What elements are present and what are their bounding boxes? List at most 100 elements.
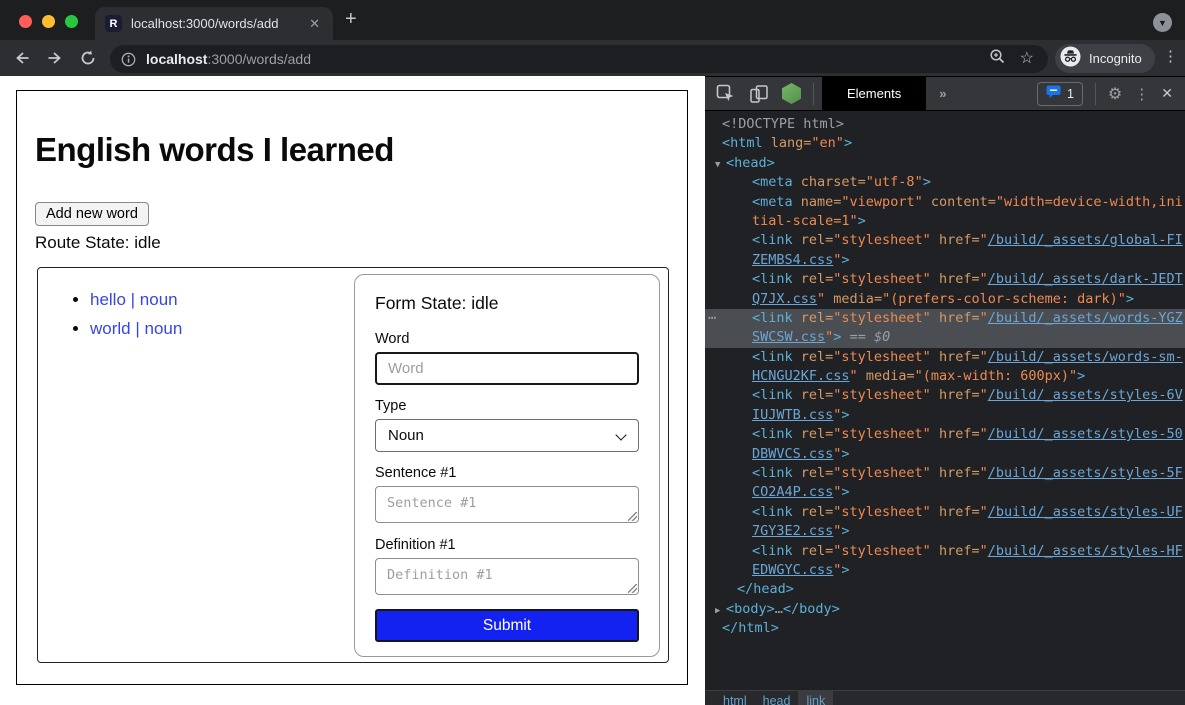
textarea-resize-handle[interactable]	[628, 512, 637, 521]
code-token: <link	[752, 232, 793, 248]
code-token: "utf-8"	[866, 174, 923, 190]
code-token: rel=	[793, 426, 834, 442]
sentence-label: Sentence #1	[375, 465, 639, 481]
word-input[interactable]	[375, 352, 639, 385]
breadcrumb-item[interactable]: link	[798, 691, 833, 705]
devtools-panel: Elements » 1 ⚙ ⋮ ✕ <!DOCTYPE html><html …	[705, 76, 1185, 705]
expand-arrow-icon[interactable]: ▼	[715, 156, 726, 173]
code-token: <link	[752, 387, 793, 403]
breadcrumb-item[interactable]: html	[715, 691, 755, 705]
device-toolbar-icon[interactable]	[749, 84, 769, 104]
code-token: content=	[923, 194, 996, 210]
code-line[interactable]: <link rel="stylesheet" href="/build/_ass…	[705, 231, 1185, 250]
reload-icon[interactable]	[79, 49, 97, 67]
devtools-menu-icon[interactable]: ⋮	[1134, 85, 1149, 103]
code-token: href=	[931, 232, 980, 248]
code-token: /build/_assets/styles-UF	[988, 504, 1183, 520]
code-line[interactable]: </head>	[705, 580, 1185, 599]
code-line[interactable]: <link rel="stylesheet" href="/build/_ass…	[705, 348, 1185, 367]
window-zoom-button[interactable]	[65, 15, 78, 28]
code-line[interactable]: HCNGU2KF.css" media="(max-width: 600px)"…	[705, 367, 1185, 386]
window-minimize-button[interactable]	[42, 15, 55, 28]
breadcrumb-item[interactable]: head	[755, 691, 799, 705]
code-line[interactable]: <html lang="en">	[705, 134, 1185, 153]
code-line[interactable]: tial-scale=1">	[705, 212, 1185, 231]
browser-tab[interactable]: R localhost:3000/words/add ✕	[95, 7, 333, 40]
code-line[interactable]: </html>	[705, 619, 1185, 638]
word-link[interactable]: hello | noun	[90, 290, 178, 309]
page-container: English words I learned Add new word Rou…	[16, 90, 688, 685]
type-select[interactable]: Noun	[375, 419, 639, 452]
code-line[interactable]: CO2A4P.css">	[705, 483, 1185, 502]
code-token: /build/_assets/styles-6V	[988, 387, 1183, 403]
profile-chevron-button[interactable]: ▼	[1153, 13, 1172, 32]
code-line[interactable]: ⋯<link rel="stylesheet" href="/build/_as…	[705, 309, 1185, 328]
code-token: "width=device-width,ini	[996, 194, 1183, 210]
code-token: "en"	[811, 135, 844, 151]
bookmark-star-icon[interactable]: ☆	[1020, 51, 1034, 67]
textarea-resize-handle[interactable]	[628, 584, 637, 593]
code-token: >	[841, 446, 849, 462]
code-token: /build/_assets/dark-JEDT	[988, 271, 1183, 287]
code-line[interactable]: <link rel="stylesheet" href="/build/_ass…	[705, 270, 1185, 289]
submit-button[interactable]: Submit	[375, 609, 639, 642]
code-token: <meta	[752, 194, 793, 210]
tab-elements[interactable]: Elements	[822, 77, 926, 111]
code-line[interactable]: ▼<head>	[705, 154, 1185, 173]
code-token: name=	[793, 194, 842, 210]
code-line[interactable]: <link rel="stylesheet" href="/build/_ass…	[705, 464, 1185, 483]
devtools-breadcrumb: htmlheadlink	[705, 690, 1185, 705]
code-line[interactable]: EDWGYC.css">	[705, 561, 1185, 580]
forward-icon[interactable]	[46, 49, 64, 67]
code-line[interactable]: <!DOCTYPE html>	[705, 115, 1185, 134]
tab-close-icon[interactable]: ✕	[306, 16, 323, 32]
code-token: "(max-width: 600px)"	[915, 368, 1078, 384]
back-icon[interactable]	[13, 49, 31, 67]
zoom-icon[interactable]	[989, 48, 1006, 70]
code-line[interactable]: IUJWTB.css">	[705, 406, 1185, 425]
settings-gear-icon[interactable]: ⚙	[1108, 84, 1122, 104]
code-line[interactable]: <link rel="stylesheet" href="/build/_ass…	[705, 425, 1185, 444]
site-info-icon[interactable]	[121, 52, 136, 67]
code-line[interactable]: <link rel="stylesheet" href="/build/_ass…	[705, 386, 1185, 405]
address-bar[interactable]: localhost:3000/words/add ☆	[110, 45, 1048, 73]
more-panels-icon[interactable]: »	[939, 86, 946, 101]
sentence-textarea[interactable]	[375, 486, 639, 523]
code-line[interactable]: ZEMBS4.css">	[705, 251, 1185, 270]
code-line[interactable]: SWCSW.css"> == $0	[705, 328, 1185, 347]
issues-counter[interactable]: 1	[1037, 82, 1083, 106]
definition-textarea[interactable]	[375, 558, 639, 595]
code-line[interactable]: <meta charset="utf-8">	[705, 173, 1185, 192]
code-token: href=	[931, 543, 980, 559]
code-token: "	[980, 387, 988, 403]
code-token: "(prefers-color-scheme: dark)"	[882, 291, 1126, 307]
code-line[interactable]: DBWVCS.css">	[705, 445, 1185, 464]
node-hexagon-icon[interactable]	[782, 83, 801, 104]
code-token: rel=	[793, 543, 834, 559]
expand-arrow-icon[interactable]: ▶	[715, 602, 726, 619]
line-hover-menu-icon[interactable]: ⋯	[708, 309, 714, 328]
window-close-button[interactable]	[19, 15, 32, 28]
code-token: /build/_assets/global-FI	[988, 232, 1183, 248]
word-link[interactable]: world | noun	[90, 319, 182, 338]
code-token: tial-scale=1"	[752, 213, 858, 229]
code-line[interactable]: 7GY3E2.css">	[705, 522, 1185, 541]
code-line[interactable]: <meta name="viewport" content="width=dev…	[705, 193, 1185, 212]
add-new-word-button[interactable]: Add new word	[35, 202, 149, 226]
toolbar-divider	[813, 83, 814, 105]
code-line[interactable]: <link rel="stylesheet" href="/build/_ass…	[705, 503, 1185, 522]
code-line[interactable]: ▶<body>…</body>	[705, 600, 1185, 619]
code-line[interactable]: Q7JX.css" media="(prefers-color-scheme: …	[705, 290, 1185, 309]
code-token: $0	[874, 329, 890, 345]
new-tab-button[interactable]: +	[345, 9, 357, 29]
code-token: /build/_assets/words-sm-	[988, 349, 1183, 365]
code-token: Q7JX.css	[752, 291, 817, 307]
browser-menu-kebab-icon[interactable]: ⋮	[1163, 47, 1178, 65]
code-line[interactable]: <link rel="stylesheet" href="/build/_ass…	[705, 542, 1185, 561]
route-state-text: Route State: idle	[35, 233, 687, 253]
code-token: "	[850, 368, 858, 384]
code-token: >	[841, 523, 849, 539]
inspect-element-icon[interactable]	[716, 84, 736, 104]
code-token: >	[841, 484, 849, 500]
devtools-close-icon[interactable]: ✕	[1161, 85, 1173, 102]
